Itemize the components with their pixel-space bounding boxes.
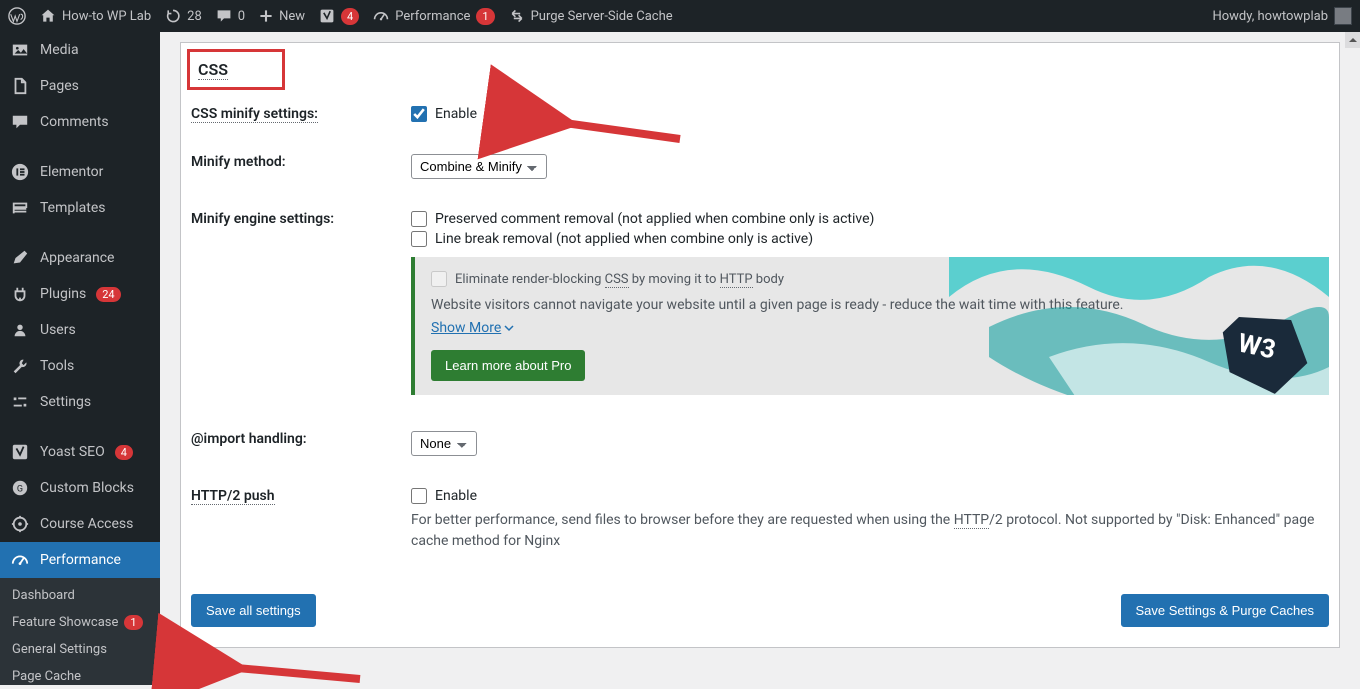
- pro-upsell-box: W3 Eliminate render-blocking CSS by movi…: [411, 257, 1329, 395]
- menu-yoast[interactable]: Yoast SEO4: [0, 434, 160, 470]
- howdy-text: Howdy, howtowplab: [1212, 9, 1328, 24]
- menu-elementor[interactable]: Elementor: [0, 154, 160, 190]
- settings-icon: [10, 392, 30, 412]
- purge-cache-link[interactable]: Purge Server-Side Cache: [509, 8, 673, 24]
- menu-settings[interactable]: Settings: [0, 384, 160, 420]
- new-label: New: [279, 9, 305, 24]
- save-all-settings-button[interactable]: Save all settings: [191, 594, 316, 627]
- avatar-icon: [1334, 7, 1352, 25]
- site-name-link[interactable]: How-to WP Lab: [40, 8, 151, 24]
- howdy-link[interactable]: Howdy, howtowplab: [1212, 7, 1352, 25]
- chevron-down-icon: [504, 323, 514, 333]
- http2-help-text: For better performance, send files to br…: [411, 510, 1329, 552]
- wp-logo[interactable]: [8, 7, 26, 25]
- minify-method-select[interactable]: Combine & Minify: [411, 154, 547, 179]
- menu-tools[interactable]: Tools: [0, 348, 160, 384]
- yoast-badge: 4: [341, 8, 359, 25]
- comments-link[interactable]: 0: [216, 8, 245, 24]
- import-handling-select[interactable]: None: [411, 431, 477, 456]
- tools-icon: [10, 356, 30, 376]
- admin-sidebar: Media Pages Comments Elementor Templates…: [0, 32, 160, 685]
- menu-comments[interactable]: Comments: [0, 104, 160, 140]
- main-content: CSS CSS minify settings: Enable Minify m…: [160, 32, 1360, 685]
- show-more-link[interactable]: Show More: [431, 320, 514, 336]
- plugins-badge: 24: [96, 287, 120, 302]
- performance-icon: [10, 550, 30, 570]
- submenu-general-settings[interactable]: General Settings: [0, 636, 160, 663]
- learn-more-pro-button[interactable]: Learn more about Pro: [431, 350, 585, 381]
- submenu-feature-showcase[interactable]: Feature Showcase 1: [0, 609, 160, 636]
- yoast-menu-badge: 4: [115, 445, 133, 460]
- preserved-comment-checkbox[interactable]: [411, 211, 427, 227]
- site-name-text: How-to WP Lab: [62, 9, 151, 24]
- menu-media[interactable]: Media: [0, 32, 160, 68]
- save-purge-button[interactable]: Save Settings & Purge Caches: [1121, 594, 1330, 627]
- menu-plugins[interactable]: Plugins24: [0, 276, 160, 312]
- plugins-icon: [10, 284, 30, 304]
- menu-templates[interactable]: Templates: [0, 190, 160, 226]
- new-content-link[interactable]: New: [259, 9, 305, 24]
- comments-icon: [10, 112, 30, 132]
- menu-pages[interactable]: Pages: [0, 68, 160, 104]
- css-enable-label: Enable: [435, 106, 477, 122]
- line-break-label: Line break removal (not applied when com…: [435, 231, 813, 247]
- css-enable-checkbox[interactable]: [411, 106, 427, 122]
- performance-bar-link[interactable]: Performance 1: [373, 8, 494, 25]
- elementor-icon: [10, 162, 30, 182]
- menu-users[interactable]: Users: [0, 312, 160, 348]
- updates-count: 28: [187, 9, 202, 24]
- scroll-up-button[interactable]: [1345, 32, 1360, 48]
- appearance-icon: [10, 248, 30, 268]
- purge-label: Purge Server-Side Cache: [531, 9, 673, 24]
- css-minify-settings-label: CSS minify settings:: [191, 106, 411, 122]
- performance-submenu: Dashboard Feature Showcase 1 General Set…: [0, 578, 160, 685]
- yoast-bar-link[interactable]: 4: [319, 8, 359, 25]
- media-icon: [10, 40, 30, 60]
- line-break-wrap[interactable]: Line break removal (not applied when com…: [411, 231, 1329, 247]
- css-enable-checkbox-wrap[interactable]: Enable: [411, 106, 1329, 122]
- submenu-dashboard[interactable]: Dashboard: [0, 582, 160, 609]
- users-icon: [10, 320, 30, 340]
- http2-enable-wrap[interactable]: Enable: [411, 488, 1329, 504]
- http2-enable-checkbox[interactable]: [411, 488, 427, 504]
- preserved-comment-label: Preserved comment removal (not applied w…: [435, 211, 874, 227]
- menu-course-access[interactable]: Course Access: [0, 506, 160, 542]
- menu-appearance[interactable]: Appearance: [0, 240, 160, 276]
- preserved-comment-wrap[interactable]: Preserved comment removal (not applied w…: [411, 211, 1329, 227]
- http2-enable-label: Enable: [435, 488, 477, 504]
- feature-badge: 1: [124, 615, 142, 630]
- eliminate-checkbox: [431, 271, 447, 287]
- line-break-checkbox[interactable]: [411, 231, 427, 247]
- submenu-page-cache[interactable]: Page Cache: [0, 663, 160, 685]
- comments-count: 0: [238, 9, 245, 24]
- performance-bar-label: Performance: [395, 9, 470, 24]
- engine-settings-label: Minify engine settings:: [191, 211, 411, 247]
- yoast-icon: [10, 442, 30, 462]
- eliminate-label: Eliminate render-blocking CSS by moving …: [455, 272, 784, 287]
- css-heading-highlight: CSS: [187, 49, 285, 90]
- menu-performance[interactable]: Performance: [0, 542, 160, 578]
- css-panel: CSS CSS minify settings: Enable Minify m…: [180, 42, 1340, 648]
- performance-badge: 1: [476, 8, 494, 25]
- menu-custom-blocks[interactable]: GCustom Blocks: [0, 470, 160, 506]
- css-heading: CSS: [198, 60, 228, 80]
- admin-toolbar: How-to WP Lab 28 0 New 4 Performance 1 P…: [0, 0, 1360, 32]
- pages-icon: [10, 76, 30, 96]
- course-access-icon: [10, 514, 30, 534]
- http2-push-label: HTTP/2 push: [191, 488, 411, 552]
- svg-text:G: G: [17, 485, 23, 495]
- w3-pro-art: W3: [949, 257, 1329, 395]
- templates-icon: [10, 198, 30, 218]
- minify-method-label: Minify method:: [191, 154, 411, 179]
- updates-link[interactable]: 28: [165, 8, 202, 24]
- import-handling-label: @import handling:: [191, 431, 411, 456]
- custom-blocks-icon: G: [10, 478, 30, 498]
- vertical-scrollbar[interactable]: [1345, 32, 1360, 685]
